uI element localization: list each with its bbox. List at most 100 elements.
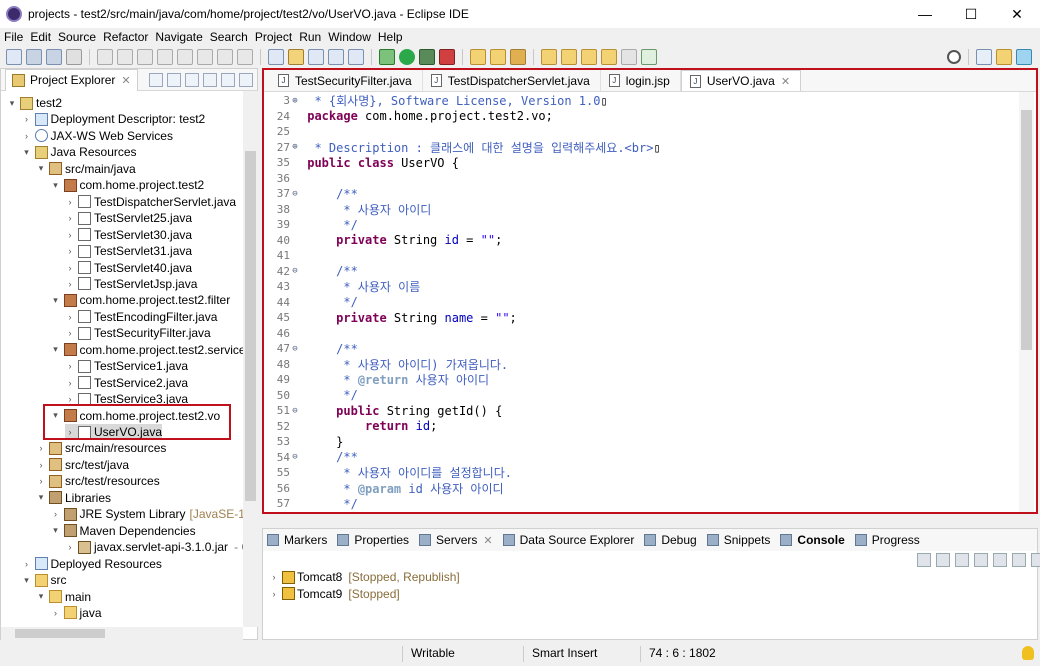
new-java-package-icon[interactable] bbox=[470, 49, 486, 65]
collapsed-arrow-icon[interactable]: › bbox=[65, 246, 75, 256]
code-line[interactable]: 54 ⊖ /** bbox=[264, 450, 358, 466]
server-item[interactable]: › Tomcat8 [Stopped, Republish] bbox=[269, 569, 460, 585]
explorer-horizontal-scrollbar[interactable] bbox=[1, 627, 243, 640]
fold-toggle-icon[interactable]: ⊕ bbox=[290, 142, 300, 152]
menu-edit[interactable]: Edit bbox=[30, 30, 51, 44]
fold-toggle-icon[interactable]: ⊖ bbox=[290, 344, 300, 354]
tree-item[interactable]: › TestServlet30.java bbox=[65, 227, 193, 243]
editor-tab[interactable]: J TestDispatcherServlet.java bbox=[423, 70, 601, 91]
code-line[interactable]: 40 private String id = ""; bbox=[264, 233, 503, 249]
menu-project[interactable]: Project bbox=[255, 30, 292, 44]
collapsed-arrow-icon[interactable]: › bbox=[65, 197, 75, 207]
code-line[interactable]: 43 * 사용자 이름 bbox=[264, 279, 420, 295]
collapsed-arrow-icon[interactable]: › bbox=[65, 394, 75, 404]
pin-editor-icon[interactable] bbox=[641, 49, 657, 65]
tab-console[interactable]: Console bbox=[780, 533, 845, 547]
editor-tab[interactable]: Jlogin.jsp bbox=[601, 70, 681, 91]
run-server-icon[interactable] bbox=[419, 49, 435, 65]
tree-item[interactable]: › TestService1.java bbox=[65, 358, 189, 374]
tab-markers[interactable]: Markers bbox=[267, 533, 327, 547]
code-line[interactable]: 55 * 사용자 아이디를 설정합니다. bbox=[264, 465, 512, 481]
collapsed-arrow-icon[interactable]: › bbox=[65, 230, 75, 240]
collapsed-arrow-icon[interactable]: › bbox=[36, 476, 46, 486]
collapse-all-icon[interactable] bbox=[149, 73, 163, 87]
collapsed-arrow-icon[interactable]: › bbox=[22, 131, 32, 141]
forward-icon[interactable] bbox=[621, 49, 637, 65]
collapsed-arrow-icon[interactable]: › bbox=[22, 559, 32, 569]
new-server-icon[interactable] bbox=[917, 553, 931, 567]
filter-icon[interactable] bbox=[185, 73, 199, 87]
link-with-editor-icon[interactable] bbox=[167, 73, 181, 87]
show-whitespace-icon[interactable] bbox=[348, 49, 364, 65]
code-line[interactable]: 39 */ bbox=[264, 217, 358, 233]
close-icon[interactable]: ✕ bbox=[121, 74, 130, 87]
previous-annotation-icon[interactable] bbox=[561, 49, 577, 65]
start-server-icon[interactable] bbox=[955, 553, 969, 567]
collapsed-arrow-icon[interactable]: › bbox=[65, 312, 75, 322]
tab-snippets[interactable]: Snippets bbox=[706, 533, 770, 547]
tab-servers[interactable]: Servers ✕ bbox=[419, 533, 493, 547]
tree-item[interactable]: › TestServletJsp.java bbox=[65, 276, 198, 292]
tree-item[interactable]: › TestSecurityFilter.java bbox=[65, 325, 211, 341]
expanded-arrow-icon[interactable]: ▾ bbox=[7, 98, 17, 109]
menu-help[interactable]: Help bbox=[378, 30, 403, 44]
expanded-arrow-icon[interactable]: ▾ bbox=[22, 575, 32, 586]
tree-item[interactable]: ▾ com.home.project.test2.service bbox=[51, 342, 243, 358]
menu-file[interactable]: File bbox=[4, 30, 23, 44]
code-line[interactable]: 53 } bbox=[264, 434, 344, 450]
close-window-button[interactable]: ✕ bbox=[994, 0, 1040, 28]
code-line[interactable]: 57 */ bbox=[264, 496, 358, 512]
fold-toggle-icon[interactable]: ⊕ bbox=[290, 96, 300, 106]
tab-properties[interactable]: Properties bbox=[337, 533, 409, 547]
tree-item[interactable]: › JRE System Library[JavaSE-1.8] bbox=[51, 506, 243, 522]
toggle-mark-icon[interactable] bbox=[328, 49, 344, 65]
tab-progress[interactable]: Progress bbox=[854, 533, 920, 547]
code-line[interactable]: 47 ⊖ /** bbox=[264, 341, 358, 357]
run-icon[interactable] bbox=[399, 49, 415, 65]
collapsed-arrow-icon[interactable]: › bbox=[36, 460, 46, 470]
code-line[interactable]: 36 bbox=[264, 171, 307, 187]
menu-window[interactable]: Window bbox=[328, 30, 371, 44]
print-icon[interactable] bbox=[66, 49, 82, 65]
save-icon[interactable] bbox=[26, 49, 42, 65]
tree-item[interactable]: › TestServlet40.java bbox=[65, 260, 193, 276]
fold-toggle-icon[interactable]: ⊖ bbox=[290, 266, 300, 276]
code-line[interactable]: 24 package com.home.project.test2.vo; bbox=[264, 109, 553, 125]
tree-item[interactable]: › Deployment Descriptor: test2 bbox=[22, 111, 205, 127]
code-line[interactable]: 51 ⊖ public String getId() { bbox=[264, 403, 503, 419]
expanded-arrow-icon[interactable]: ▾ bbox=[51, 295, 61, 306]
tree-item[interactable]: ▾ com.home.project.test2 bbox=[51, 177, 204, 193]
last-edit-location-icon[interactable] bbox=[581, 49, 597, 65]
close-icon[interactable]: ✕ bbox=[781, 75, 790, 88]
collapsed-arrow-icon[interactable]: › bbox=[65, 378, 75, 388]
collapsed-arrow-icon[interactable]: › bbox=[65, 542, 75, 552]
stop-server-icon[interactable] bbox=[993, 553, 1007, 567]
tree-item[interactable]: › TestEncodingFilter.java bbox=[65, 309, 218, 325]
tree-item[interactable]: › TestServlet25.java bbox=[65, 210, 193, 226]
tree-item[interactable]: ▾ com.home.project.test2.filter bbox=[51, 292, 230, 308]
search-toolbar-icon[interactable] bbox=[510, 49, 526, 65]
tree-item[interactable]: › JAX-WS Web Services bbox=[22, 128, 173, 144]
tree-item[interactable]: › Deployed Resources bbox=[22, 556, 162, 572]
open-task-icon[interactable] bbox=[308, 49, 324, 65]
open-type-icon[interactable] bbox=[288, 49, 304, 65]
code-line[interactable]: 3 ⊕ * {회사명}, Software License, Version 1.… bbox=[264, 93, 607, 109]
expanded-arrow-icon[interactable]: ▾ bbox=[36, 492, 46, 503]
view-menu-icon[interactable] bbox=[203, 73, 217, 87]
collapsed-arrow-icon[interactable]: › bbox=[65, 213, 75, 223]
profile-server-icon[interactable] bbox=[974, 553, 988, 567]
editor-vertical-scrollbar[interactable] bbox=[1019, 92, 1034, 512]
tree-item[interactable]: › TestService2.java bbox=[65, 375, 189, 391]
code-line[interactable]: 35 public class UserVO { bbox=[264, 155, 459, 171]
step-return-icon[interactable] bbox=[237, 49, 253, 65]
java-ee-perspective-icon[interactable] bbox=[996, 49, 1012, 65]
open-perspective-icon[interactable] bbox=[976, 49, 992, 65]
tip-bulb-icon[interactable] bbox=[1022, 646, 1034, 660]
code-line[interactable]: 37 ⊖ /** bbox=[264, 186, 358, 202]
code-line[interactable]: 42 ⊖ /** bbox=[264, 264, 358, 280]
save-all-icon[interactable] bbox=[46, 49, 62, 65]
code-line[interactable]: 46 bbox=[264, 326, 307, 342]
expanded-arrow-icon[interactable]: ▾ bbox=[36, 591, 46, 602]
menu-source[interactable]: Source bbox=[58, 30, 96, 44]
editor-tab[interactable]: J UserVO.java ✕ bbox=[680, 70, 802, 91]
